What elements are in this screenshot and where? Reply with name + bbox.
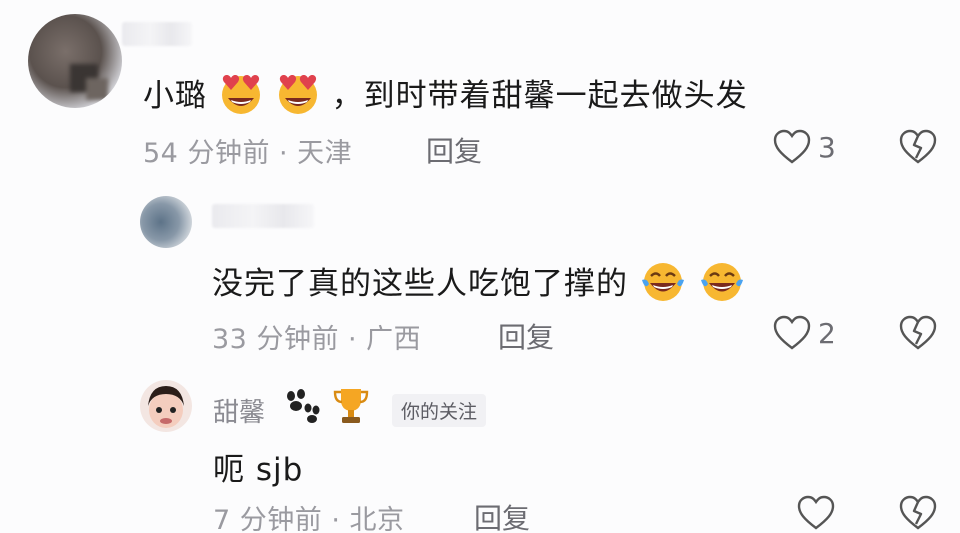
paw-icon [282, 388, 322, 424]
dislike-button[interactable] [898, 494, 938, 532]
reply-button[interactable]: 回复 [474, 497, 530, 533]
comment-text: 没完了真的这些人吃饱了撑的 [212, 258, 746, 312]
comment-text-prefix: 没完了真的这些人吃饱了撑的 [212, 266, 628, 302]
reply-button[interactable]: 回复 [426, 130, 482, 170]
username-blurred [212, 204, 314, 228]
comment-meta: 33 分钟前 · 广西 [212, 324, 422, 355]
heart-outline-icon [773, 129, 811, 164]
avatar[interactable] [140, 196, 192, 248]
heart-outline-icon [773, 315, 811, 350]
broken-heart-icon [899, 495, 937, 530]
heart-eyes-emoji [218, 72, 264, 124]
comment-thread: 小璐 ，到时带着甜馨一起去做头发 54 分钟前 · 天津 回复 3 没完了真的这… [0, 0, 960, 533]
comment-meta: 54 分钟前 · 天津 [143, 138, 353, 169]
comment-meta: 7 分钟前 · 北京 [213, 505, 405, 533]
follow-badge: 你的关注 [392, 394, 487, 427]
reply-button[interactable]: 回复 [498, 316, 554, 356]
tears-of-joy-emoji [639, 260, 687, 312]
tears-of-joy-emoji [698, 260, 746, 312]
like-button[interactable] [772, 128, 812, 166]
broken-heart-icon [899, 315, 937, 350]
dislike-button[interactable] [898, 314, 938, 352]
trophy-icon [332, 386, 370, 426]
avatar[interactable] [28, 14, 122, 108]
comment-text: 小璐 ，到时带着甜馨一起去做头发 [143, 70, 748, 124]
username-blurred [122, 22, 192, 46]
comment-text-prefix: 小璐 [143, 78, 207, 114]
dislike-button[interactable] [898, 128, 938, 166]
comment-text: 呃 sjb [213, 452, 304, 488]
like-button[interactable] [796, 494, 836, 532]
like-button[interactable] [772, 314, 812, 352]
like-count: 2 [818, 317, 836, 350]
avatar[interactable] [140, 380, 192, 432]
heart-eyes-emoji [275, 72, 321, 124]
comment-text-suffix: ，到时带着甜馨一起去做头发 [331, 78, 748, 114]
heart-outline-icon [797, 495, 835, 530]
username[interactable]: 甜馨 [213, 392, 265, 429]
broken-heart-icon [899, 129, 937, 164]
like-count: 3 [818, 131, 836, 164]
